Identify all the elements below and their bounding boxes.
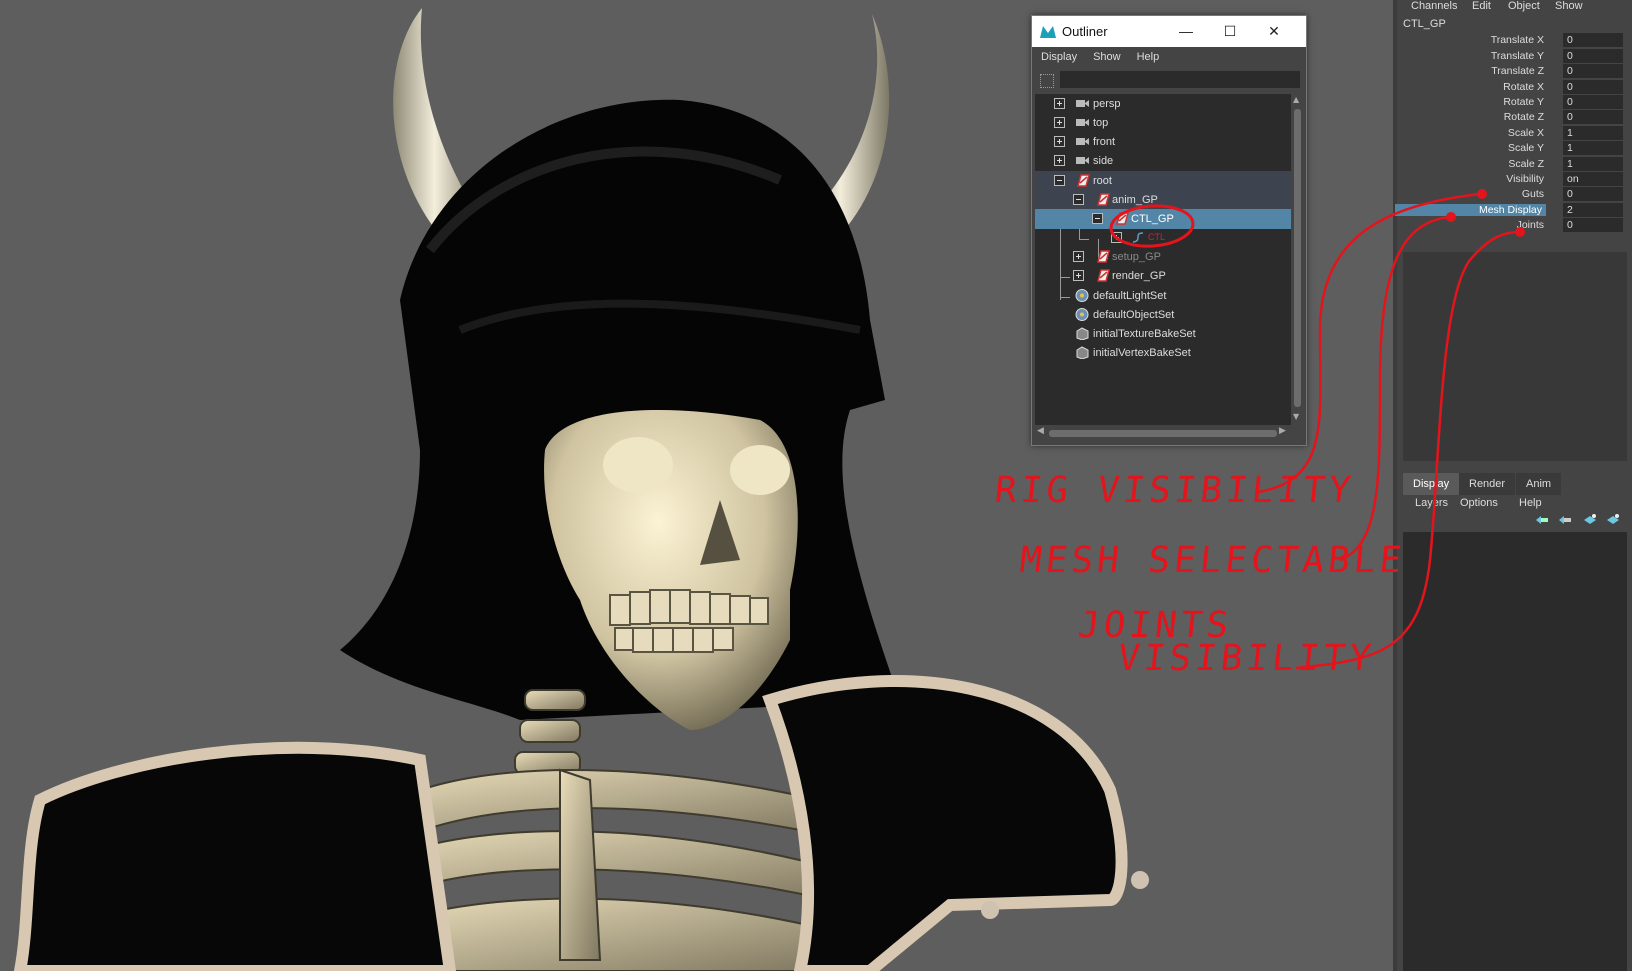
scroll-right-icon[interactable]: ▶ xyxy=(1279,426,1286,436)
menu-help[interactable]: Help xyxy=(1519,497,1542,509)
scroll-up-icon[interactable]: ▲ xyxy=(1293,95,1299,104)
maya-logo-icon xyxy=(1040,26,1056,38)
camera-icon xyxy=(1076,119,1089,126)
menu-display[interactable]: Display xyxy=(1032,47,1084,63)
attr-scale-y[interactable]: Scale Y1 xyxy=(1403,141,1623,156)
outliner-item-default-light-set[interactable]: defaultLightSet xyxy=(1035,286,1291,306)
attr-value-field[interactable]: 0 xyxy=(1563,218,1623,232)
attr-value-field[interactable]: 0 xyxy=(1563,80,1623,94)
outliner-item-render-gp[interactable]: render_GP xyxy=(1035,266,1291,286)
attr-value-field[interactable]: 1 xyxy=(1563,157,1623,171)
outliner-menubar: Display Show Help xyxy=(1032,47,1306,69)
attr-value-field[interactable]: 0 xyxy=(1563,64,1623,78)
filter-icon[interactable] xyxy=(1040,74,1054,88)
group-transform-icon xyxy=(1097,269,1110,282)
menu-options[interactable]: Options xyxy=(1460,497,1498,509)
menu-edit[interactable]: Edit xyxy=(1472,0,1491,12)
channel-box-panel: Channels Edit Object Show CTL_GP Transla… xyxy=(1394,0,1632,971)
attr-translate-x[interactable]: Translate X0 xyxy=(1403,33,1623,48)
attr-rotate-y[interactable]: Rotate Y0 xyxy=(1403,95,1623,110)
menu-channels[interactable]: Channels xyxy=(1411,0,1457,12)
group-transform-icon xyxy=(1097,193,1110,206)
minimize-icon[interactable]: — xyxy=(1164,19,1208,43)
attr-value-field[interactable]: 0 xyxy=(1563,33,1623,47)
outliner-item-ctl[interactable]: CTL xyxy=(1035,228,1291,248)
outliner-item-ctl-gp[interactable]: CTL_GP xyxy=(1035,209,1291,229)
tab-display[interactable]: Display xyxy=(1403,473,1460,495)
nurbs-curve-icon xyxy=(1132,232,1144,243)
outliner-item-anim-gp[interactable]: anim_GP xyxy=(1035,190,1291,210)
attr-value-field[interactable]: 2 xyxy=(1563,203,1623,217)
outliner-vertical-scrollbar[interactable]: ▲ ▼ xyxy=(1291,94,1304,425)
attr-mesh-display[interactable]: Mesh Display 2 xyxy=(1394,203,1623,218)
outliner-item-setup-gp[interactable]: setup_GP xyxy=(1035,247,1291,267)
menu-help[interactable]: Help xyxy=(1128,47,1167,63)
outliner-item-side[interactable]: side xyxy=(1035,151,1291,171)
attr-scale-x[interactable]: Scale X1 xyxy=(1403,126,1623,141)
camera-icon xyxy=(1076,157,1089,164)
object-set-icon xyxy=(1075,289,1089,302)
layer-list[interactable] xyxy=(1403,532,1627,971)
new-layer-selected-icon[interactable] xyxy=(1583,513,1597,525)
right-pauldron xyxy=(762,675,1128,971)
scroll-down-icon[interactable]: ▼ xyxy=(1293,412,1299,421)
outliner-window[interactable]: Outliner — ☐ ✕ Display Show Help persp top xyxy=(1031,15,1307,446)
outliner-item-root[interactable]: root xyxy=(1035,171,1291,191)
object-set-icon xyxy=(1075,308,1089,321)
new-layer-icon[interactable] xyxy=(1606,513,1620,525)
outliner-item-initial-texture-bake-set[interactable]: initialTextureBakeSet xyxy=(1035,324,1291,344)
outliner-item-default-object-set[interactable]: defaultObjectSet xyxy=(1035,305,1291,325)
attr-value-field[interactable]: 0 xyxy=(1563,49,1623,63)
attr-value-field[interactable]: 0 xyxy=(1563,187,1623,201)
outliner-item-initial-vertex-bake-set[interactable]: initialVertexBakeSet xyxy=(1035,343,1291,363)
outliner-tree[interactable]: persp top front side root anim_GP CTL_GP… xyxy=(1035,94,1291,425)
channel-box-menubar: Channels Edit Object Show xyxy=(1397,0,1632,14)
group-transform-icon xyxy=(1097,250,1110,263)
bake-set-icon xyxy=(1076,346,1089,359)
annotation-mesh-selectable: MESH SELECTABLE xyxy=(1017,540,1408,581)
attr-scale-z[interactable]: Scale Z1 xyxy=(1403,157,1623,172)
outliner-item-persp[interactable]: persp xyxy=(1035,94,1291,114)
attr-value-field[interactable]: 0 xyxy=(1563,95,1623,109)
annotation-visibility: VISIBILITY xyxy=(1115,638,1377,679)
move-layer-up-icon[interactable] xyxy=(1535,515,1549,525)
camera-icon xyxy=(1076,100,1089,107)
attr-value-field[interactable]: 1 xyxy=(1563,141,1623,155)
left-pauldron xyxy=(13,741,457,971)
attr-value-field[interactable]: 1 xyxy=(1563,126,1623,140)
annotation-rig-visibility: RIG VISIBILITY xyxy=(992,470,1357,511)
outliner-search-input[interactable] xyxy=(1060,71,1300,88)
attr-value-field[interactable]: 0 xyxy=(1563,110,1623,124)
selected-object-name: CTL_GP xyxy=(1403,18,1446,30)
tab-anim[interactable]: Anim xyxy=(1516,473,1562,495)
bake-set-icon xyxy=(1076,327,1089,340)
attr-guts[interactable]: Guts 0 xyxy=(1403,187,1623,202)
tab-render[interactable]: Render xyxy=(1459,473,1516,495)
layer-toolbar xyxy=(1403,512,1627,530)
menu-show[interactable]: Show xyxy=(1555,0,1583,12)
menu-object[interactable]: Object xyxy=(1508,0,1540,12)
group-transform-icon xyxy=(1116,212,1129,225)
outliner-item-front[interactable]: front xyxy=(1035,132,1291,152)
attr-translate-y[interactable]: Translate Y0 xyxy=(1403,49,1623,64)
camera-icon xyxy=(1076,138,1089,145)
scroll-left-icon[interactable]: ◀ xyxy=(1037,426,1044,436)
attr-translate-z[interactable]: Translate Z0 xyxy=(1403,64,1623,79)
outliner-horizontal-scrollbar[interactable]: ◀ ▶ xyxy=(1035,426,1291,440)
channel-box-empty-area xyxy=(1403,252,1627,461)
attr-rotate-z[interactable]: Rotate Z0 xyxy=(1403,110,1623,125)
close-icon[interactable]: ✕ xyxy=(1252,19,1296,43)
outliner-title: Outliner xyxy=(1062,24,1108,39)
attr-rotate-x[interactable]: Rotate X0 xyxy=(1403,80,1623,95)
outliner-item-top[interactable]: top xyxy=(1035,113,1291,133)
outliner-titlebar[interactable]: Outliner — ☐ ✕ xyxy=(1032,16,1306,47)
menu-layers[interactable]: Layers xyxy=(1415,497,1448,509)
group-transform-icon xyxy=(1077,174,1090,187)
move-layer-down-icon[interactable] xyxy=(1558,515,1572,525)
attr-joints[interactable]: Joints 0 xyxy=(1403,218,1623,233)
menu-show[interactable]: Show xyxy=(1084,47,1128,63)
maximize-icon[interactable]: ☐ xyxy=(1208,19,1252,43)
attr-visibility[interactable]: Visibility on xyxy=(1403,172,1623,187)
attr-value-field[interactable]: on xyxy=(1563,172,1623,186)
